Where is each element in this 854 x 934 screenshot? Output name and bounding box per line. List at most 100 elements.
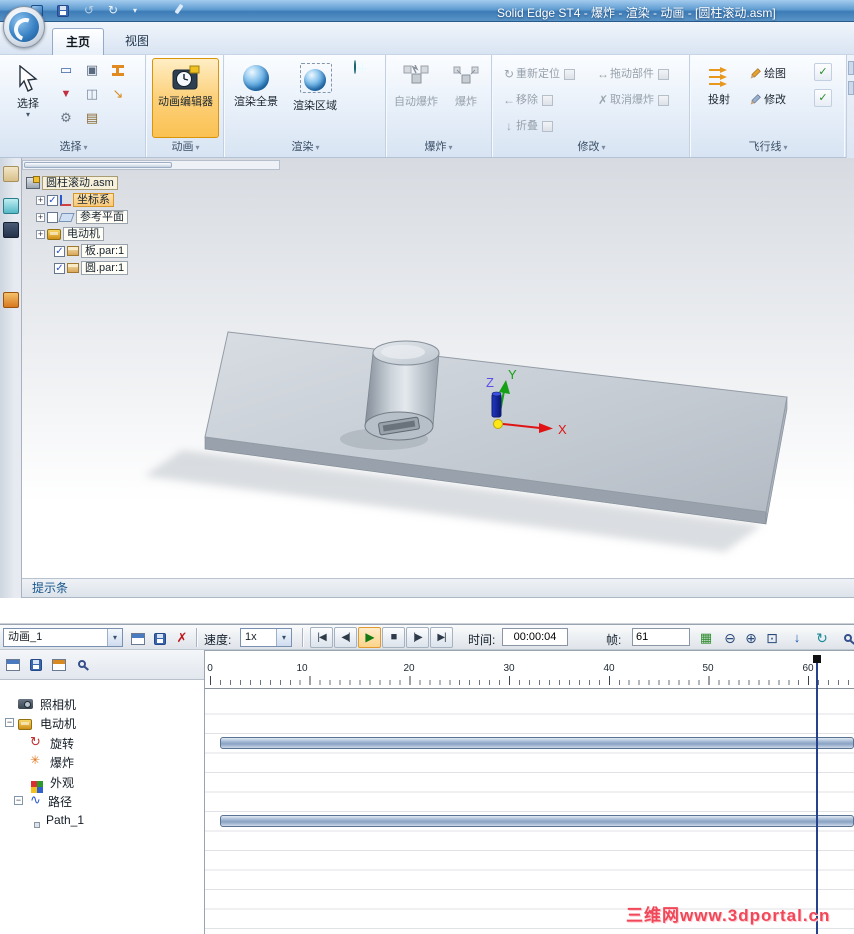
timeline-chart-area[interactable]: 0 10 20 30 40 50 60 xyxy=(205,650,854,934)
undo-button[interactable]: ↺ xyxy=(80,3,98,19)
duration-bar-path1[interactable] xyxy=(220,815,854,827)
animation-select-arrow-icon[interactable]: ▾ xyxy=(107,629,122,646)
export-table-button[interactable]: ▦ xyxy=(696,628,716,648)
group-select-flyout-icon[interactable]: ▾ xyxy=(83,143,87,152)
ribbon-overflow-button-2[interactable] xyxy=(848,81,854,95)
select-settings-button[interactable]: ⚙ xyxy=(54,107,78,129)
speed-select-arrow-icon[interactable]: ▾ xyxy=(276,629,291,646)
delete-animation-button[interactable]: ✗ xyxy=(172,628,192,648)
zoom-out-button[interactable]: ⊖ xyxy=(720,628,740,648)
expand-icon[interactable]: + xyxy=(36,229,45,239)
frame-field[interactable] xyxy=(632,628,690,646)
select-tool-button[interactable]: 选择 ▾ xyxy=(5,58,51,138)
pathfinder-root-row[interactable]: 圆柱滚动.asm xyxy=(26,176,118,191)
event-wizard-button[interactable] xyxy=(72,654,92,674)
checkbox-unchecked[interactable] xyxy=(47,211,58,223)
go-to-start-button[interactable]: |◀ xyxy=(310,627,333,648)
step-forward-button[interactable]: |▶ xyxy=(406,627,429,648)
remove-button[interactable]: ←移除 xyxy=(502,91,553,109)
timeline-row-rotation[interactable]: ↻ 旋转 xyxy=(0,733,204,752)
timeline-row-camera[interactable]: 照相机 xyxy=(0,694,204,713)
collapse-button[interactable]: ↓ 折叠 xyxy=(502,117,553,135)
layers-tab-icon[interactable] xyxy=(3,198,19,214)
time-field[interactable] xyxy=(502,628,568,646)
animation-editor-button[interactable]: 动画编辑器 xyxy=(152,58,219,138)
library-tab-icon[interactable] xyxy=(3,292,19,308)
playhead-line[interactable] xyxy=(816,663,818,934)
redo-button[interactable]: ↻ xyxy=(104,3,122,19)
viewport-3d[interactable]: X Y Z 圆柱滚动.asm + ✓ 坐标系 + 参考平面 + 电动机 ✓ 板.… xyxy=(22,158,854,578)
zoom-area-button[interactable]: ⊡ xyxy=(762,628,782,648)
play-button[interactable]: ▶ xyxy=(358,627,381,648)
event-properties-button[interactable] xyxy=(49,654,69,674)
quick-access-dropdown[interactable]: ▾ xyxy=(126,3,144,19)
stop-button[interactable]: ■ xyxy=(382,627,405,648)
playhead-marker[interactable] xyxy=(813,655,821,663)
pathfinder-row-motor[interactable]: + 电动机 xyxy=(36,227,104,242)
auto-explode-button[interactable]: 自动爆炸 xyxy=(390,58,442,138)
save-animation-button[interactable] xyxy=(150,628,170,648)
expand-icon[interactable]: + xyxy=(36,195,45,205)
timeline-row-explode[interactable]: ✳ 爆炸 xyxy=(0,752,204,771)
speed-select[interactable]: 1x ▾ xyxy=(240,628,292,647)
group-animation-flyout-icon[interactable]: ▾ xyxy=(195,143,199,152)
pin-button[interactable] xyxy=(170,3,188,19)
pathfinder-tab-icon[interactable] xyxy=(3,166,19,182)
select-filter-button[interactable]: ▼ xyxy=(54,83,78,105)
more-tools-button[interactable] xyxy=(838,628,854,648)
checkbox-checked[interactable]: ✓ xyxy=(54,262,65,274)
pathfinder-row-plate[interactable]: ✓ 板.par:1 xyxy=(54,244,129,259)
flightline-accept-button[interactable]: ✓ xyxy=(814,63,832,81)
save-event-button[interactable] xyxy=(26,654,46,674)
pathfinder-row-coordsys[interactable]: + ✓ 坐标系 xyxy=(36,193,114,208)
checkbox-checked[interactable]: ✓ xyxy=(47,194,58,206)
render-full-scene-button[interactable]: 渲染全景 xyxy=(228,58,284,138)
group-flightlines-flyout-icon[interactable]: ▾ xyxy=(783,143,787,152)
sensors-tab-icon[interactable] xyxy=(3,222,19,238)
select-options-button[interactable]: ▣ xyxy=(80,59,104,81)
select-component-button[interactable] xyxy=(106,59,130,81)
ribbon-overflow-button[interactable] xyxy=(848,61,854,75)
expand-icon[interactable]: + xyxy=(36,212,45,222)
pathfinder-hscrollbar[interactable] xyxy=(22,160,280,170)
tab-view[interactable]: 视图 xyxy=(112,28,162,55)
timeline-row-path[interactable]: − ∿ 路径 xyxy=(0,791,204,810)
reposition-button[interactable]: ↻ 重新定位 xyxy=(502,65,575,83)
tab-home[interactable]: 主页 xyxy=(52,28,105,55)
pathfinder-row-refplanes[interactable]: + 参考平面 xyxy=(36,210,128,225)
zoom-in-button[interactable]: ⊕ xyxy=(741,628,761,648)
render-area-button[interactable]: 渲染区域 xyxy=(286,58,344,138)
minimize-editor-button[interactable] xyxy=(3,654,23,674)
pathfinder-row-cylinder[interactable]: ✓ 圆.par:1 xyxy=(54,261,129,276)
explode-button[interactable]: 爆炸 xyxy=(444,58,488,138)
group-modify-flyout-icon[interactable]: ▾ xyxy=(601,143,605,152)
flightline-modify-button[interactable]: 修改 xyxy=(748,91,786,109)
group-render-flyout-icon[interactable]: ▾ xyxy=(315,143,319,152)
select-list-button[interactable]: ▤ xyxy=(80,107,104,129)
select-move-button[interactable]: ↘ xyxy=(106,83,130,105)
collapse-icon[interactable]: − xyxy=(14,796,23,805)
timeline-row-motor[interactable]: − 电动机 xyxy=(0,713,204,732)
export-video-button[interactable]: ↓ xyxy=(787,628,807,648)
drag-part-button[interactable]: ↔拖动部件 xyxy=(596,65,669,83)
environment-button[interactable] xyxy=(354,60,356,74)
save-button[interactable] xyxy=(54,3,72,19)
group-explode-flyout-icon[interactable]: ▾ xyxy=(448,143,452,152)
flightline-accept2-button[interactable]: ✓ xyxy=(814,89,832,107)
project-flightlines-button[interactable]: 投射 xyxy=(696,58,742,138)
unexplode-button[interactable]: ✗ 取消爆炸 xyxy=(596,91,669,109)
timeline-row-path1[interactable]: Path_1 xyxy=(0,811,204,830)
select-marquee-button[interactable]: ▭ xyxy=(54,59,78,81)
refresh-button[interactable]: ↻ xyxy=(812,628,832,648)
collapse-icon[interactable]: − xyxy=(5,718,14,727)
hscrollbar-thumb[interactable] xyxy=(24,162,172,168)
application-button[interactable] xyxy=(3,6,45,48)
duration-bar-rotation[interactable] xyxy=(220,737,854,749)
animation-select[interactable]: 动画_1 ▾ xyxy=(3,628,123,647)
select-frame-button[interactable]: ◫ xyxy=(80,83,104,105)
animation-properties-button[interactable] xyxy=(128,628,148,648)
step-back-button[interactable]: ◀| xyxy=(334,627,357,648)
flightline-draw-button[interactable]: 绘图 xyxy=(748,65,786,83)
timeline-row-appearance[interactable]: 外观 xyxy=(0,772,204,791)
checkbox-checked[interactable]: ✓ xyxy=(54,245,65,257)
